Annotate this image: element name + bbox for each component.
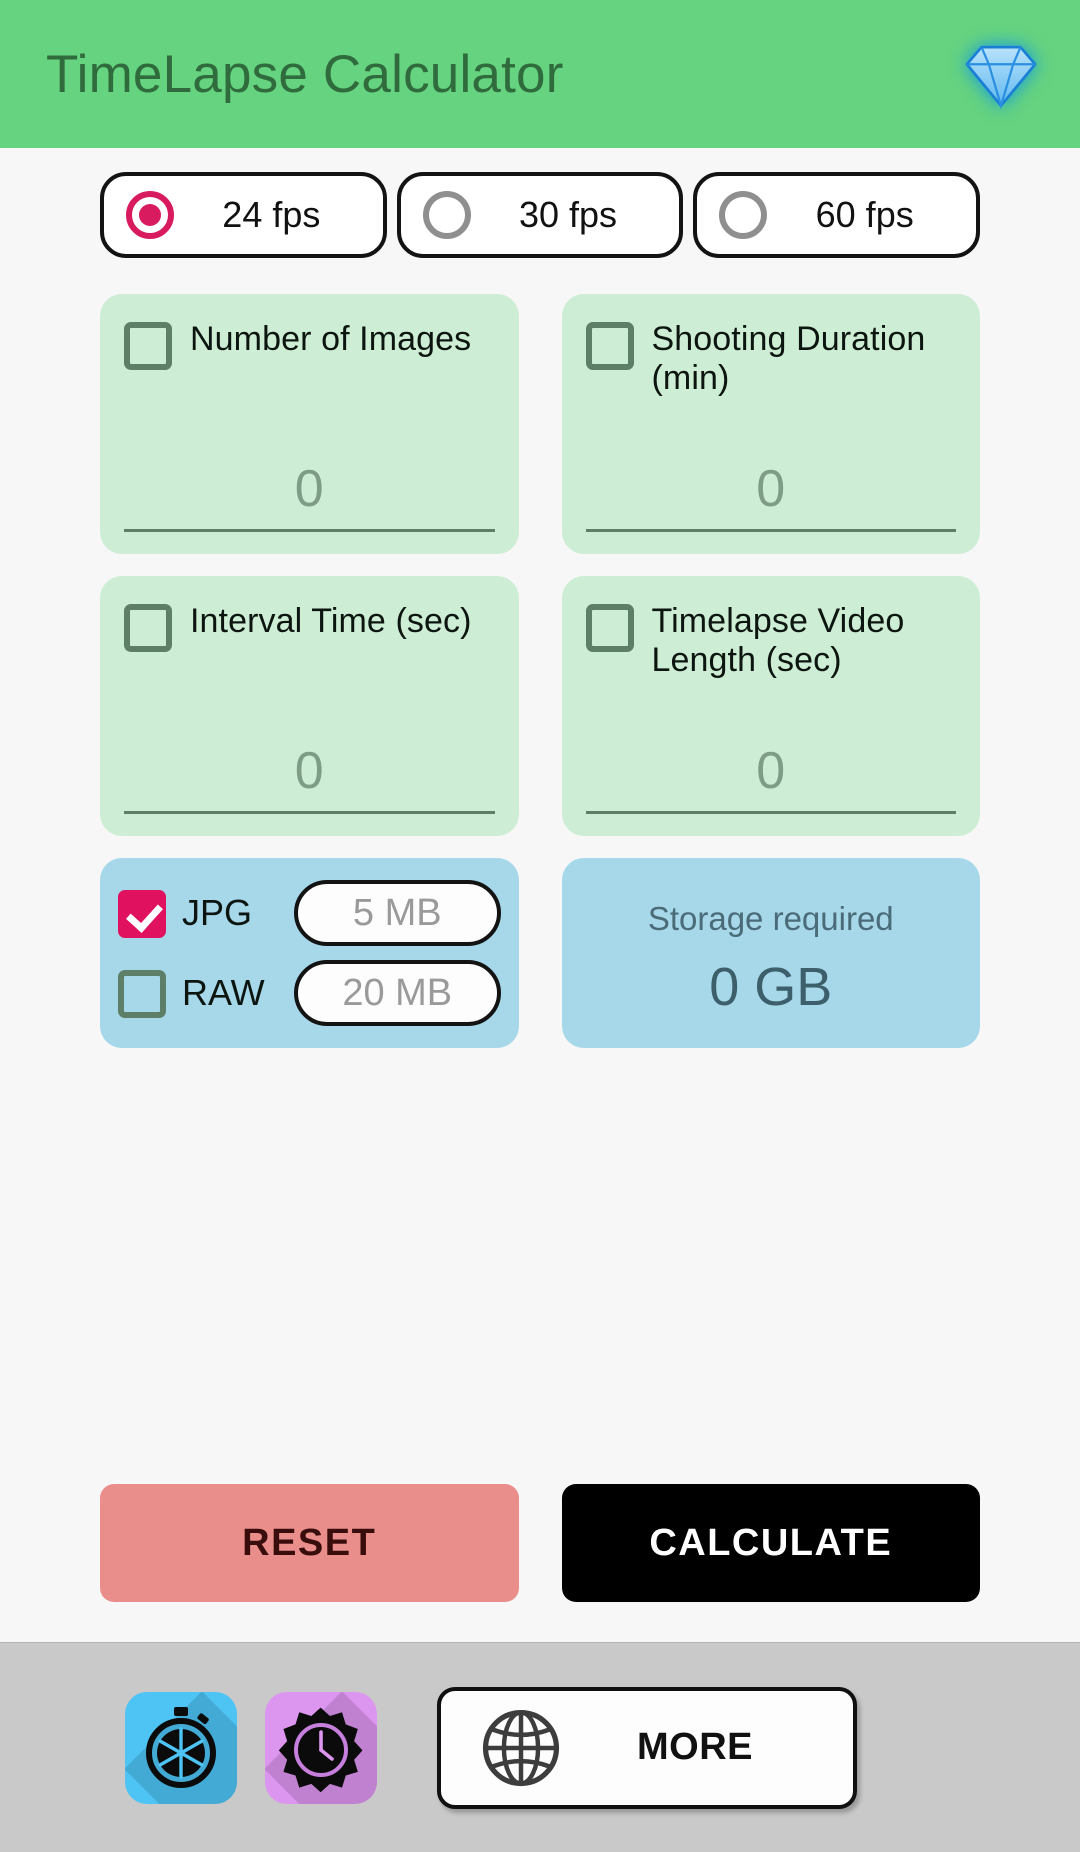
format-row-raw: RAW 20 MB [118,960,501,1026]
card-header: Shooting Duration (min) [585,320,957,398]
checkbox-raw[interactable] [118,970,166,1018]
storage-required-label: Storage required [647,900,894,937]
card-label-interval-time: Interval Time (sec) [190,602,472,640]
checkbox-number-of-images[interactable] [124,322,172,370]
field-number-of-images[interactable]: 0 [124,463,495,532]
card-timelapse-video-length: Timelapse Video Length (sec) 0 [561,576,980,836]
checkbox-shooting-duration[interactable] [585,322,634,370]
field-shooting-duration[interactable]: 0 [585,460,956,532]
storage-required-value: 0 GB [709,957,833,1017]
format-row-jpg: JPG 5 MB [118,880,501,946]
field-interval-time[interactable]: 0 [124,745,495,814]
field-value-shooting-duration: 0 [756,460,786,518]
gear-clock-icon [278,1707,363,1792]
app-shortcut-timelapse[interactable] [125,1691,237,1804]
field-underline [585,811,956,814]
input-raw-size[interactable]: 20 MB [294,960,501,1026]
card-interval-time: Interval Time (sec) 0 [100,576,519,836]
card-header: Timelapse Video Length (sec) [585,602,957,680]
fps-option-24-label: 24 fps [222,194,321,235]
format-label-raw: RAW [182,972,265,1013]
more-button-label: MORE [637,1726,753,1768]
radio-icon-30[interactable] [422,191,471,239]
fps-selector: 24 fps 30 fps 60 fps [100,172,981,258]
field-timelapse-video-length[interactable]: 0 [585,742,956,814]
card-label-number-of-images: Number of Images [190,320,472,358]
checkbox-timelapse-video-length[interactable] [585,604,634,652]
card-number-of-images: Number of Images 0 [100,294,519,554]
card-header: Interval Time (sec) [124,602,495,652]
diamond-icon[interactable] [962,35,1040,113]
input-jpg-size[interactable]: 5 MB [294,880,501,946]
diamond-icon-svg [965,45,1037,110]
checkbox-interval-time[interactable] [124,604,172,652]
reset-button[interactable]: RESET [100,1484,519,1602]
field-value-timelapse-video-length: 0 [756,742,786,800]
fps-option-30-label: 30 fps [518,194,618,235]
card-header: Number of Images [124,320,495,370]
fps-option-30[interactable]: 30 fps [396,172,684,258]
page-title: TimeLapse Calculator [46,44,564,104]
fps-option-60-label: 60 fps [815,194,914,235]
more-button[interactable]: MORE [437,1686,857,1809]
fps-option-24[interactable]: 24 fps [100,172,387,258]
format-label-jpg: JPG [182,892,253,933]
action-buttons: RESET CALCULATE [100,1484,980,1602]
card-label-shooting-duration: Shooting Duration (min) [651,320,926,397]
card-shooting-duration: Shooting Duration (min) 0 [561,294,980,554]
checkbox-jpg[interactable] [118,890,166,938]
app-header: TimeLapse Calculator [0,0,1080,148]
globe-icon [482,1709,560,1786]
card-file-format: JPG 5 MB RAW 20 MB [100,858,519,1048]
radio-icon-60[interactable] [719,191,768,239]
fps-option-60[interactable]: 60 fps [693,172,981,258]
bottom-bar: MORE [0,1642,1080,1852]
app-root: TimeLapse Calculator 24 fps 30 fps 60 fp… [0,0,1080,1852]
calculate-button[interactable]: CALCULATE [561,1484,980,1602]
field-underline [124,529,495,532]
field-underline [124,811,495,814]
app-shortcut-settings[interactable] [265,1691,377,1804]
input-card-grid: Number of Images 0 Shooting Duration (mi… [100,294,980,1048]
field-value-number-of-images: 0 [294,460,324,518]
field-underline [585,529,956,532]
radio-icon-24[interactable] [126,191,174,239]
card-storage-required: Storage required 0 GB [561,858,980,1048]
field-value-interval-time: 0 [294,742,324,800]
main-content: 24 fps 30 fps 60 fps Number of Images 0 [0,148,1080,1642]
card-label-timelapse-video-length: Timelapse Video Length (sec) [651,602,905,679]
camera-shutter-stopwatch-icon [146,1706,216,1788]
